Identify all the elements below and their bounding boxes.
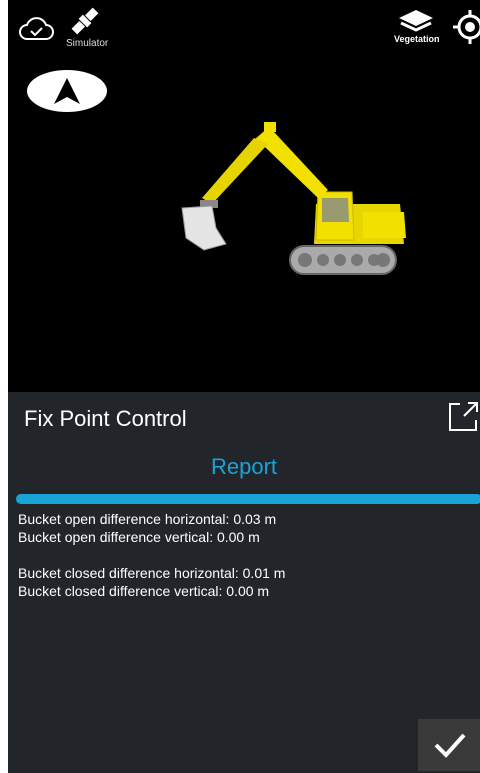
report-progress-bar: [16, 494, 480, 504]
gps-target-icon[interactable]: [453, 10, 480, 44]
open-external-icon[interactable]: [446, 400, 480, 434]
left-edge-strip: [0, 0, 8, 773]
panel-title: Fix Point Control: [24, 406, 187, 431]
report-results: Bucket open difference horizontal: 0.03 …: [18, 510, 285, 600]
fix-point-control-panel: Fix Point Control Report Bucket open dif…: [8, 392, 480, 773]
cloud-check-icon[interactable]: [18, 14, 54, 42]
report-line: Bucket open difference horizontal: 0.03 …: [18, 511, 277, 527]
confirm-button[interactable]: [418, 719, 480, 771]
vegetation-layer-label: Vegetation: [394, 34, 440, 44]
report-line: Bucket closed difference horizontal: 0.0…: [18, 565, 286, 581]
simulator-label: Simulator: [66, 38, 109, 49]
checkmark-icon: [434, 733, 466, 758]
excavator-model: [181, 122, 406, 275]
navigation-arrow-icon: [54, 78, 80, 104]
layers-icon[interactable]: [396, 8, 436, 36]
report-progress-fill: [16, 494, 480, 504]
report-heading: Report: [210, 454, 278, 479]
satellite-icon[interactable]: [68, 6, 102, 36]
report-line: Bucket closed difference vertical: 0.00 …: [18, 583, 270, 599]
report-line: Bucket open difference vertical: 0.00 m: [18, 529, 260, 545]
machine-viewport[interactable]: Simulator Vegetation: [8, 0, 480, 392]
navigation-compass-button[interactable]: [27, 70, 107, 112]
